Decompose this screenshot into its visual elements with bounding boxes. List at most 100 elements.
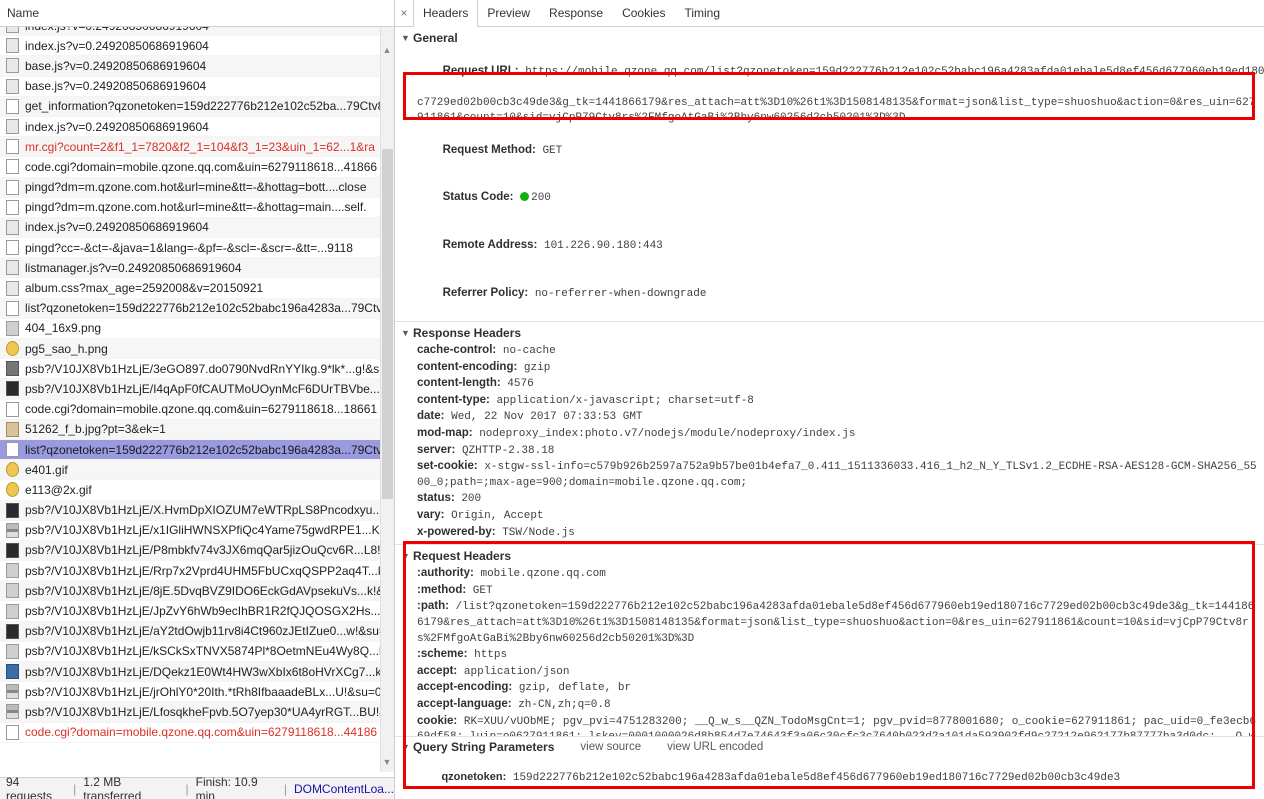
request-list-item[interactable]: pg5_sao_h.png bbox=[0, 339, 394, 360]
image-icon bbox=[6, 664, 19, 680]
request-list-item-label: base.js?v=0.24920850686919604 bbox=[25, 79, 207, 94]
section-response-headers[interactable]: ▼ Response Headers bbox=[395, 322, 1264, 343]
request-list-item[interactable]: psb?/V10JX8Vb1HzLjE/Rrp7x2Vprd4UHM5FbUCx… bbox=[0, 561, 394, 582]
document-icon bbox=[6, 300, 19, 316]
general-remote-address: Remote Address: 101.226.90.180:443 bbox=[395, 223, 1264, 271]
request-list-item[interactable]: psb?/V10JX8Vb1HzLjE/JpZvY6hWb9ecIhBR1R2f… bbox=[0, 601, 394, 622]
close-icon[interactable]: × bbox=[395, 0, 413, 26]
finish-time: Finish: 10.9 min bbox=[195, 774, 258, 799]
request-list-item[interactable]: mr.cgi?count=2&f1_1=7820&f2_1=104&f3_1=2… bbox=[0, 137, 394, 158]
request-list-item-label: psb?/V10JX8Vb1HzLjE/P8mbkfv74v3JX6mqQar5… bbox=[25, 543, 394, 558]
request-list-item[interactable]: e113@2x.gif bbox=[0, 480, 394, 501]
request-list-item[interactable]: base.js?v=0.24920850686919604 bbox=[0, 76, 394, 97]
query-string-header[interactable]: ▼ Query String Parameters view source vi… bbox=[395, 737, 1264, 756]
scrollbar-thumb[interactable] bbox=[382, 149, 393, 499]
request-list-item[interactable]: index.js?v=0.24920850686919604 bbox=[0, 217, 394, 239]
tab-cookies[interactable]: Cookies bbox=[613, 0, 675, 26]
request-list-item-label: psb?/V10JX8Vb1HzLjE/Rrp7x2Vprd4UHM5FbUCx… bbox=[25, 563, 394, 578]
request-list-item[interactable]: pingd?dm=m.qzone.com.hot&url=mine&tt=-&h… bbox=[0, 197, 394, 218]
section-general[interactable]: ▼ General bbox=[395, 27, 1264, 48]
scroll-up-arrow-icon[interactable]: ▲ bbox=[382, 45, 392, 55]
js-file-icon bbox=[6, 38, 19, 54]
response-header-item-name: date: bbox=[417, 410, 445, 423]
request-header-item-name: accept-encoding: bbox=[417, 681, 513, 694]
request-list-item[interactable]: psb?/V10JX8Vb1HzLjE/jrOhlY0*20Ith.*tRh8I… bbox=[0, 682, 394, 703]
section-response-headers-label: Response Headers bbox=[413, 326, 522, 341]
request-list-item[interactable]: psb?/V10JX8Vb1HzLjE/8jE.5DvqBVZ9IDO6EckG… bbox=[0, 581, 394, 602]
view-source-link[interactable]: view source bbox=[580, 741, 641, 753]
request-list-item[interactable]: code.cgi?domain=mobile.qzone.qq.com&uin=… bbox=[0, 157, 394, 178]
tab-response[interactable]: Response bbox=[540, 0, 613, 26]
image-icon bbox=[6, 421, 19, 437]
request-list-item[interactable]: psb?/V10JX8Vb1HzLjE/kSCkSxTNVX5874Pl*8Oe… bbox=[0, 641, 394, 662]
request-list-item[interactable]: psb?/V10JX8Vb1HzLjE/DQekz1E0Wt4HW3wXbIx6… bbox=[0, 662, 394, 683]
request-list-item-label: psb?/V10JX8Vb1HzLjE/jrOhlY0*20Ith.*tRh8I… bbox=[25, 684, 389, 699]
request-header-item-name: :path: bbox=[417, 600, 449, 613]
request-method-label: Request Method: bbox=[442, 143, 536, 156]
request-list-item[interactable]: pingd?dm=m.qzone.com.hot&url=mine&tt=-&h… bbox=[0, 177, 394, 198]
request-list-item[interactable]: list?qzonetoken=159d222776b212e102c52bab… bbox=[0, 298, 394, 319]
chevron-down-icon[interactable]: ▼ bbox=[401, 33, 411, 43]
response-header-item-value: 200 bbox=[461, 493, 482, 506]
response-header-item-name: mod-map: bbox=[417, 427, 473, 440]
request-list-item[interactable]: 51262_f_b.jpg?pt=3&ek=1 bbox=[0, 419, 394, 440]
request-list-item[interactable]: psb?/V10JX8Vb1HzLjE/x1IGliHWNSXPfiQc4Yam… bbox=[0, 520, 394, 541]
document-icon bbox=[6, 199, 19, 215]
response-header-item: status: 200 bbox=[395, 491, 1264, 508]
column-header-name[interactable]: Name bbox=[7, 6, 39, 20]
view-url-encoded-link[interactable]: view URL encoded bbox=[667, 741, 763, 753]
request-header-item: accept-encoding: gzip, deflate, br bbox=[395, 680, 1264, 697]
request-header-item-value: GET bbox=[472, 584, 493, 597]
image-icon bbox=[6, 603, 19, 619]
request-list-item-label: code.cgi?domain=mobile.qzone.qq.com&uin=… bbox=[25, 159, 378, 174]
tab-timing[interactable]: Timing bbox=[675, 0, 730, 26]
request-list-item[interactable]: index.js?v=0.24920850686919604 bbox=[0, 27, 394, 37]
request-list[interactable]: index.js?v=0.24920850686919604 index.js?v… bbox=[0, 27, 394, 777]
request-list-item[interactable]: code.cgi?domain=mobile.qzone.qq.com&uin=… bbox=[0, 722, 394, 743]
referrer-policy-value: no-referrer-when-downgrade bbox=[534, 287, 707, 300]
response-header-item-value: Wed, 22 Nov 2017 07:33:53 GMT bbox=[451, 411, 643, 424]
request-list-item-label: pingd?dm=m.qzone.com.hot&url=mine&tt=-&h… bbox=[25, 200, 367, 215]
response-header-item-name: x-powered-by: bbox=[417, 525, 496, 538]
request-list-item[interactable]: index.js?v=0.24920850686919604 bbox=[0, 116, 394, 138]
request-header-item: :authority: mobile.qzone.qq.com bbox=[395, 566, 1264, 583]
request-list-item[interactable]: 404_16x9.png bbox=[0, 318, 394, 339]
request-list-item[interactable]: psb?/V10JX8Vb1HzLjE/3eGO897.do0790NvdRnY… bbox=[0, 359, 394, 380]
request-list-item[interactable]: pingd?cc=-&ct=-&java=1&lang=-&pf=-&scl=-… bbox=[0, 238, 394, 259]
query-string-label: Query String Parameters bbox=[413, 740, 555, 754]
chevron-down-icon[interactable]: ▼ bbox=[401, 551, 411, 561]
js-file-icon bbox=[6, 260, 19, 276]
request-list-scrollbar[interactable] bbox=[380, 27, 394, 772]
request-list-item[interactable]: psb?/V10JX8Vb1HzLjE/X.HvmDpXIOZUM7eWTRpL… bbox=[0, 500, 394, 521]
request-list-item[interactable]: psb?/V10JX8Vb1HzLjE/I4qApF0fCAUTMoUOynMc… bbox=[0, 379, 394, 400]
request-list-item[interactable]: album.css?max_age=2592008&v=20150921 bbox=[0, 278, 394, 299]
chevron-down-icon[interactable]: ▼ bbox=[401, 742, 411, 752]
request-list-item[interactable]: listmanager.js?v=0.24920850686919604 bbox=[0, 258, 394, 279]
request-header-item-value: application/json bbox=[463, 665, 570, 678]
request-list-header: Name bbox=[0, 0, 394, 27]
status-separator-3: | bbox=[283, 781, 287, 796]
request-list-item[interactable]: code.cgi?domain=mobile.qzone.qq.com&uin=… bbox=[0, 399, 394, 420]
request-list-item-label: pg5_sao_h.png bbox=[25, 341, 108, 356]
tab-preview[interactable]: Preview bbox=[478, 0, 540, 26]
request-list-item-label: psb?/V10JX8Vb1HzLjE/aY2tdOwjb11rv8i4Ct96… bbox=[25, 624, 393, 639]
request-list-item[interactable]: psb?/V10JX8Vb1HzLjE/LfosqkheFpvb.5O7yep3… bbox=[0, 702, 394, 723]
document-icon bbox=[6, 179, 19, 195]
request-list-item[interactable]: psb?/V10JX8Vb1HzLjE/P8mbkfv74v3JX6mqQar5… bbox=[0, 540, 394, 562]
request-list-item[interactable]: base.js?v=0.24920850686919604 bbox=[0, 56, 394, 77]
response-headers-list: cache-control: no-cache content-encoding:… bbox=[395, 343, 1264, 541]
request-list-item[interactable]: get_information?qzonetoken=159d222776b21… bbox=[0, 96, 394, 117]
request-list-item[interactable]: list?qzonetoken=159d222776b212e102c52bab… bbox=[0, 439, 394, 461]
document-icon bbox=[6, 98, 19, 114]
scroll-down-arrow-icon[interactable]: ▼ bbox=[382, 757, 392, 767]
status-ok-dot-icon bbox=[520, 192, 530, 202]
request-list-item[interactable]: e401.gif bbox=[0, 460, 394, 481]
tab-headers[interactable]: Headers bbox=[413, 0, 479, 27]
image-icon bbox=[6, 482, 19, 498]
request-list-item-label: psb?/V10JX8Vb1HzLjE/I4qApF0fCAUTMoUOynMc… bbox=[25, 381, 394, 396]
chevron-down-icon[interactable]: ▼ bbox=[401, 328, 411, 338]
request-list-item[interactable]: index.js?v=0.24920850686919604 bbox=[0, 36, 394, 57]
request-list-item[interactable]: psb?/V10JX8Vb1HzLjE/aY2tdOwjb11rv8i4Ct96… bbox=[0, 621, 394, 642]
request-method-value: GET bbox=[542, 144, 563, 157]
section-request-headers[interactable]: ▼ Request Headers bbox=[395, 545, 1264, 566]
